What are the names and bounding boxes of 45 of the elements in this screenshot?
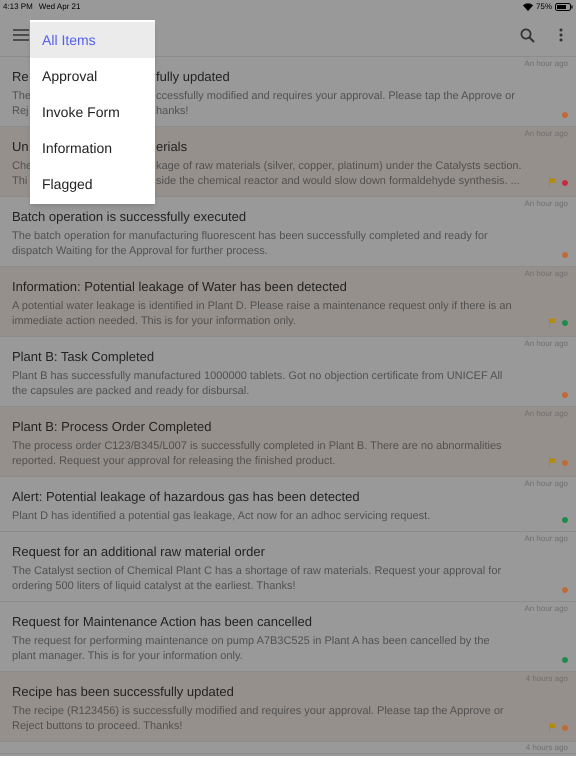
notification-text: hanks!: [156, 105, 188, 117]
notification-title: erials: [156, 139, 188, 154]
notification-title: Alert: Potential leakage of hazardous gas has been detected: [12, 489, 361, 505]
notification-text: The recipe (R123456) is successfully modified and requires your approval. Please tap the Approve or Reject buttons to proceed. Thanks!: [12, 704, 505, 734]
notification-title: Information: Potential leakage of Water has been detected: [12, 279, 348, 295]
battery-percentage: 75%: [536, 1, 552, 13]
notification-text: kage of raw materials (silver, copper, platinum) under the Catalysts section.: [156, 160, 522, 172]
menu-item[interactable]: Information: [30, 130, 155, 166]
notification-text: The process order C123/B345/L007 is successfully completed in Plant B. There are no abnormalities reported. Request your approval for releasing the finished product.: [12, 439, 503, 469]
battery-icon: [555, 3, 573, 11]
notification-text: The Catalyst section of Chemical Plant C has a shortage of raw materials. Request your approval for ordering 500 liters of liquid catalyst at the earliest. Thanks!: [12, 564, 502, 594]
flag-icon: [548, 723, 557, 733]
menu-item[interactable]: Approval: [30, 58, 155, 94]
notification-text: The: [12, 90, 31, 102]
notification-text: A potential water leakage is identified in Plant D. Please raise a maintenance request only if there is an immediate action needed. This is for your information only.: [12, 299, 513, 329]
menu-item[interactable]: Invoke Form: [30, 94, 155, 130]
notification-title: Plant B: Process Order Completed: [12, 419, 212, 435]
notification-title: Re: [12, 69, 29, 84]
notification-title: Plant B: Task Completed: [12, 349, 156, 365]
notification-title: Recipe has been successfully updated: [12, 684, 235, 700]
wifi-icon: [522, 3, 533, 11]
status-date: Wed Apr 21: [38, 1, 80, 13]
more-options-icon[interactable]: [559, 28, 563, 42]
notification-text: Rej: [12, 105, 29, 117]
notification-text: Thi: [12, 175, 28, 187]
notification-title: Request for Maintenance Action has been cancelled: [12, 614, 313, 630]
notification-text: Plant B has successfully manufactured 1000000 tablets. Got no objection certificate from UNICEF All the capsules are packed and ready for disbursal.: [12, 369, 504, 399]
flag-icon: [548, 178, 557, 188]
menu-item[interactable]: All Items: [30, 22, 155, 58]
notification-row[interactable]: [0, 197, 576, 267]
menu-icon[interactable]: [13, 29, 29, 41]
flag-icon: [548, 458, 557, 468]
notification-text: side the chemical reactor and would slow down formaldehyde synthesis. ...: [156, 175, 520, 187]
notification-title: fully updated: [156, 69, 230, 84]
notification-text: Plant D has identified a potential gas leakage, Act now for an adhoc servicing request.: [12, 509, 432, 524]
menu-item[interactable]: Flagged: [30, 166, 155, 202]
flag-icon: [548, 318, 557, 328]
notification-text: The request for performing maintenance on pump A7B3C525 in Plant A has been cancelled by the plant manager. This is for your information only.: [12, 634, 491, 664]
notification-text: The batch operation for manufacturing fluorescent has been successfully completed and ready for dispatch Waiting for the Approval for further process.: [12, 229, 489, 259]
notification-title: Un: [12, 139, 29, 154]
notification-title: Batch operation is successfully executed: [12, 209, 248, 225]
notification-title: Request for an additional raw material order: [12, 544, 266, 560]
search-icon[interactable]: [520, 28, 535, 42]
status-time: 4:13 PM: [3, 1, 33, 13]
notification-text: ccessfully modified and requires your approval. Please tap the Approve or: [156, 90, 515, 102]
